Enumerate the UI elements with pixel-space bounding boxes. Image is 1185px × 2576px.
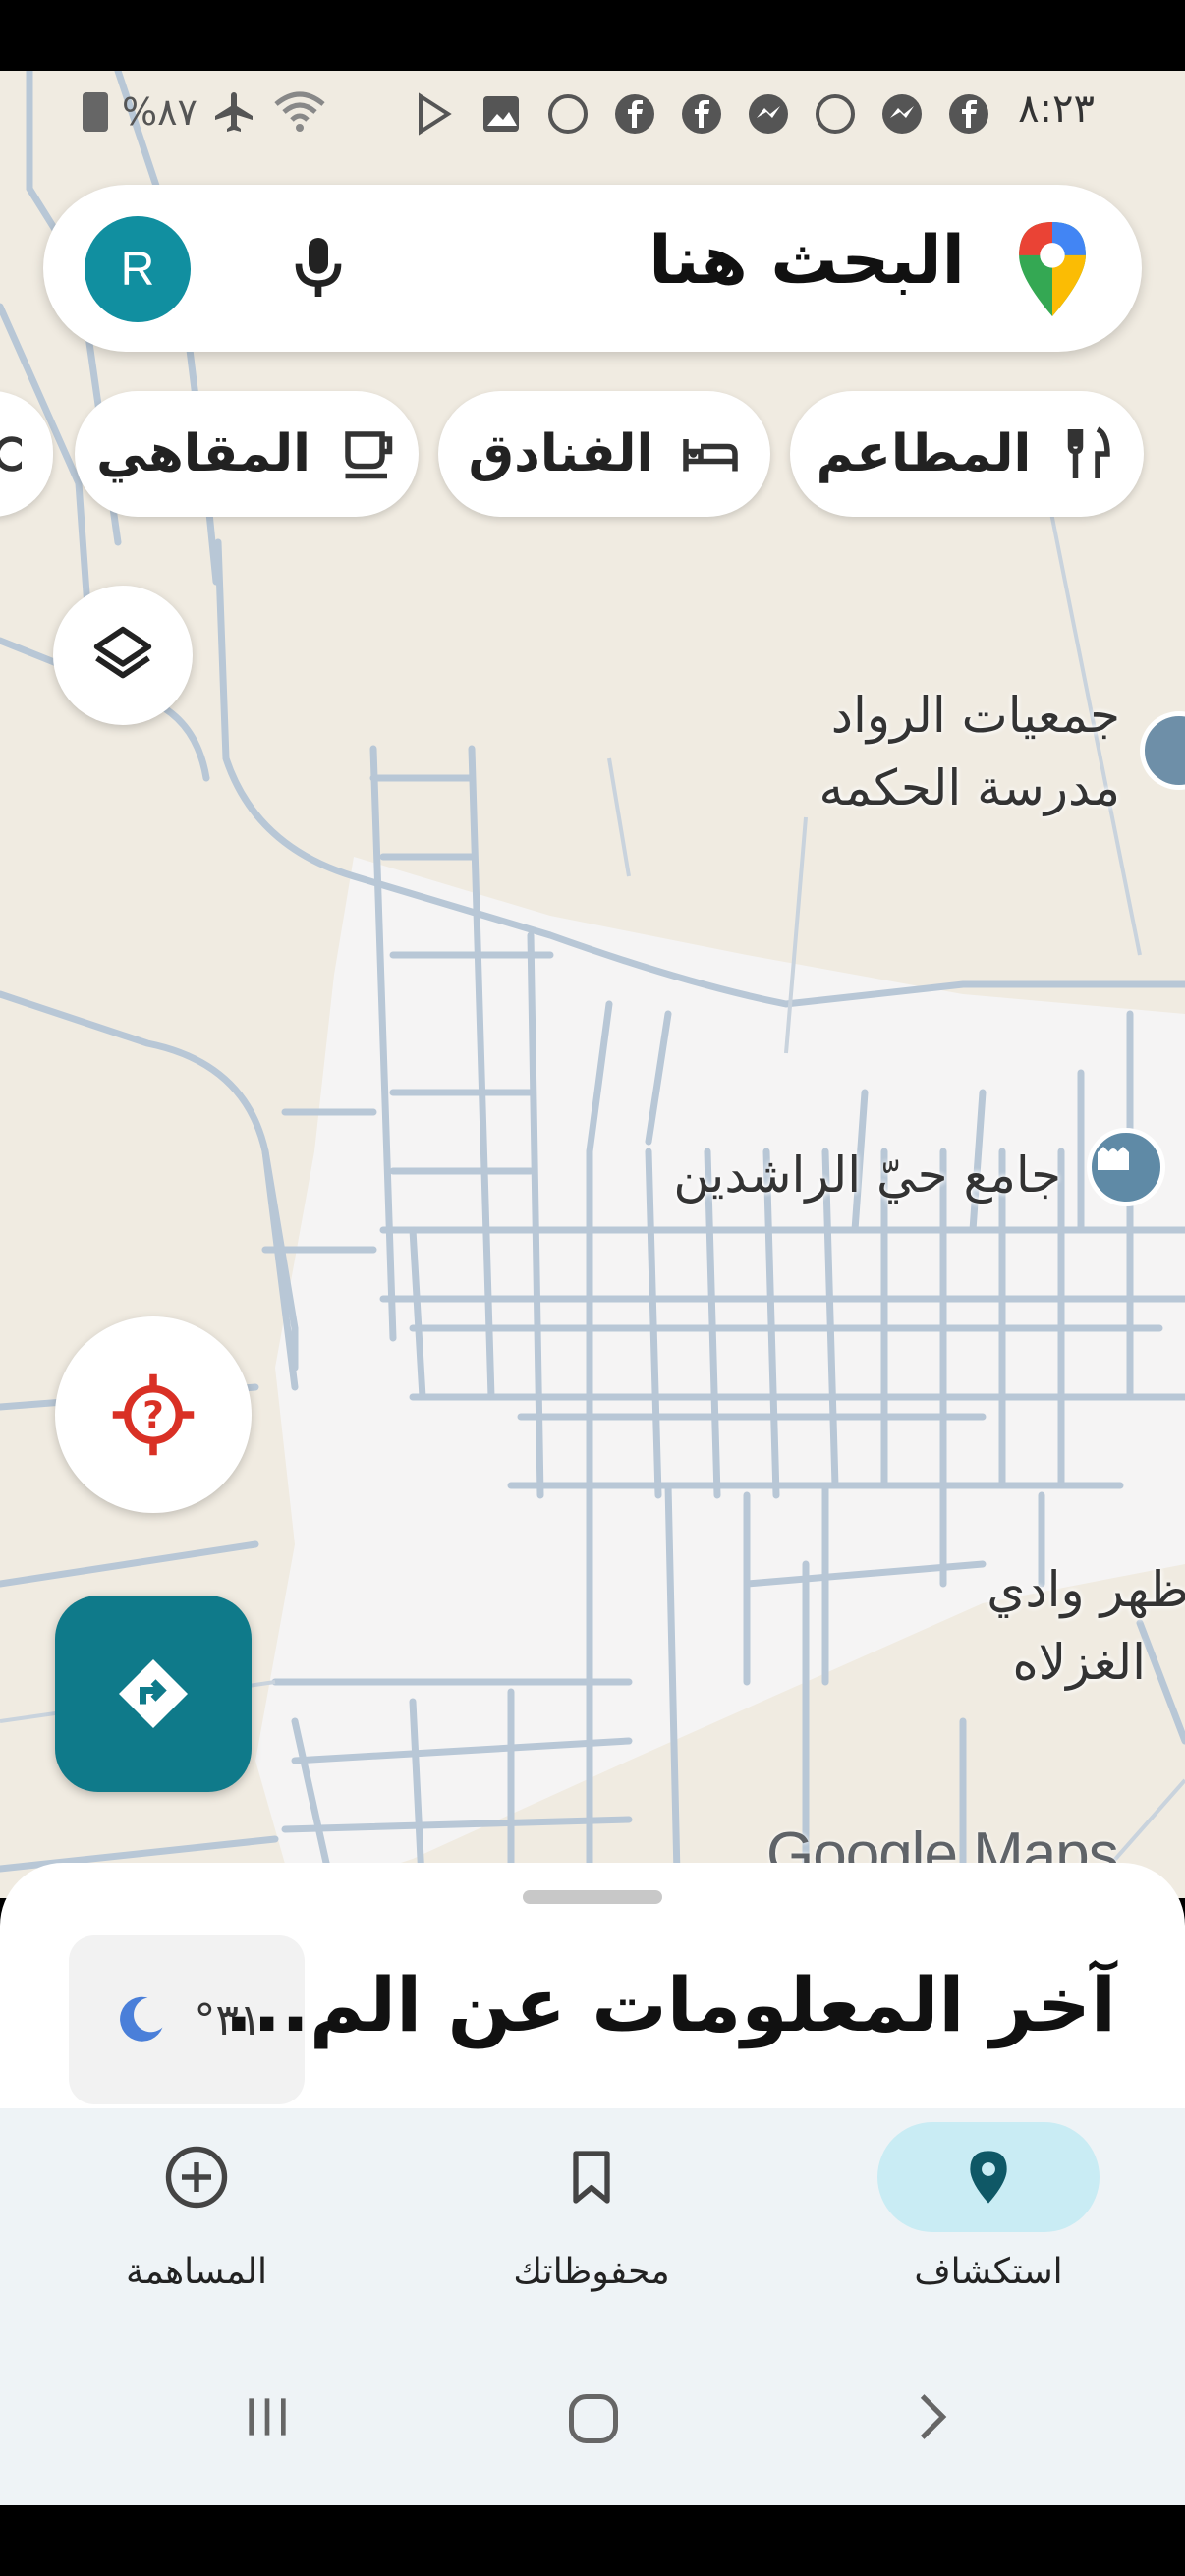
messenger-icon xyxy=(878,90,926,138)
battery-icon xyxy=(83,92,108,132)
nav-explore-pill xyxy=(877,2122,1100,2232)
map-label-rawwad[interactable]: جمعيات الرواد xyxy=(831,686,1120,745)
home-icon xyxy=(569,2394,618,2443)
chip-hotels-label: الفنادق xyxy=(468,424,654,483)
add-circle-icon xyxy=(165,2146,228,2209)
chip-restaurants-label: المطاعم xyxy=(816,424,1032,483)
account-avatar[interactable]: R xyxy=(85,216,191,322)
bookmark-icon xyxy=(573,2151,610,2204)
chip-restaurants[interactable]: المطاعم xyxy=(790,391,1144,517)
location-pin-icon xyxy=(970,2151,1007,2204)
bottom-navigation: استكشاف محفوظاتك المساهمة xyxy=(0,2108,1185,2334)
sheet-drag-handle[interactable] xyxy=(523,1890,662,1904)
messenger-icon xyxy=(745,90,792,138)
google-maps-pin-icon xyxy=(1019,222,1086,316)
chip-cafes[interactable]: المقاهي xyxy=(75,391,419,517)
svg-text:?: ? xyxy=(142,1393,164,1436)
layers-button[interactable] xyxy=(53,586,193,725)
facebook-icon xyxy=(678,90,725,138)
notification-icons xyxy=(411,90,992,138)
map-label-hikma-school[interactable]: مدرسة الحكمه xyxy=(819,758,1121,817)
bottom-frame xyxy=(0,2505,1185,2576)
recent-apps-button[interactable] xyxy=(240,2389,295,2448)
nav-explore-label: استكشاف xyxy=(914,2252,1063,2292)
directions-button[interactable] xyxy=(55,1596,252,1792)
chip-hotels[interactable]: الفنادق xyxy=(438,391,770,517)
nav-saved[interactable]: محفوظاتك xyxy=(415,2122,768,2328)
top-frame xyxy=(0,0,1185,71)
nav-contribute-label: المساهمة xyxy=(126,2252,267,2292)
play-store-icon xyxy=(411,90,458,138)
map-label-wadi-line2: الغزلاه xyxy=(1012,1634,1146,1691)
fork-knife-icon xyxy=(1068,426,1111,478)
screen: جمعيات الرواد مدرسة الحكمه جامع حيّ الرا… xyxy=(0,0,1185,2576)
gallery-icon xyxy=(478,90,525,138)
nav-contribute[interactable]: المساهمة xyxy=(20,2122,373,2328)
back-button[interactable] xyxy=(904,2389,959,2448)
coffee-icon xyxy=(345,431,393,479)
whatsapp-icon xyxy=(812,90,859,138)
map-label-mosque[interactable]: جامع حيّ الراشدين xyxy=(673,1146,1061,1204)
chip-more[interactable] xyxy=(0,391,53,517)
status-bar: %٨٧ ٨:٢٣ xyxy=(0,71,1185,153)
category-chips: المطاعم الفنادق المقاهي xyxy=(0,391,1185,519)
chip-cafes-label: المقاهي xyxy=(96,424,310,483)
layers-icon xyxy=(93,626,152,679)
facebook-icon xyxy=(945,90,992,138)
nav-explore[interactable]: استكشاف xyxy=(812,2122,1165,2328)
location-unknown-icon: ? xyxy=(112,1373,195,1456)
chevron-right-icon xyxy=(920,2394,947,2439)
directions-icon xyxy=(119,1659,188,1728)
sheet-title: آخر المعلومات عن الم... xyxy=(224,1961,1116,2048)
mic-icon[interactable] xyxy=(279,228,358,307)
search-placeholder[interactable]: البحث هنا xyxy=(649,222,965,300)
recents-icon xyxy=(249,2398,286,2436)
moon-icon xyxy=(120,1996,163,2042)
system-navigation-bar xyxy=(0,2334,1185,2505)
airplane-icon xyxy=(214,92,253,132)
my-location-button[interactable]: ? xyxy=(55,1316,252,1513)
facebook-icon xyxy=(611,90,658,138)
more-icon xyxy=(0,436,22,472)
clock: ٨:٢٣ xyxy=(1018,86,1095,132)
bottom-sheet[interactable]: °٣١ آخر المعلومات عن الم... xyxy=(0,1863,1185,2108)
nav-contribute-pill xyxy=(85,2122,308,2232)
map-label-wadi-line1: ظهر وادي xyxy=(987,1561,1185,1618)
wifi-icon xyxy=(274,91,325,132)
whatsapp-icon xyxy=(544,90,592,138)
search-bar[interactable]: R البحث هنا xyxy=(43,185,1142,352)
system-status-icons: %٨٧ xyxy=(83,88,327,136)
nav-saved-label: محفوظاتك xyxy=(513,2252,670,2292)
nav-saved-pill xyxy=(480,2122,703,2232)
mosque-poi-icon[interactable] xyxy=(1087,1128,1165,1206)
battery-percent: %٨٧ xyxy=(122,90,198,134)
bed-icon xyxy=(683,439,739,472)
home-button[interactable] xyxy=(564,2389,623,2452)
